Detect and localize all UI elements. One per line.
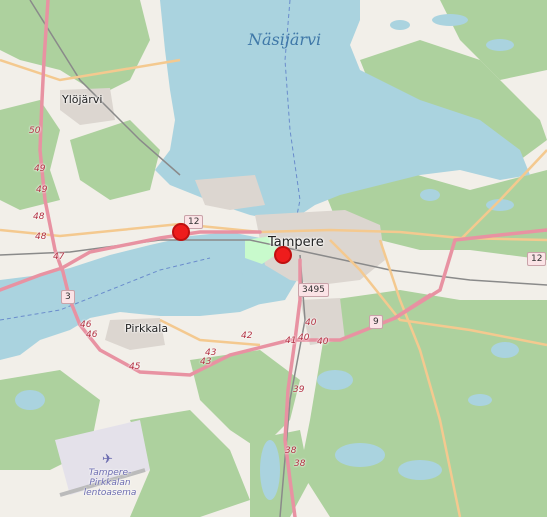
junction-number: 38 <box>294 459 306 469</box>
place-label-pirkkala: Pirkkala <box>125 322 169 335</box>
junction-number: 41 <box>285 336 297 346</box>
marker-tampere[interactable] <box>274 246 292 264</box>
marker-west[interactable] <box>172 223 190 241</box>
map-view[interactable]: Näsijärvi Ylöjärvi Tampere Pirkkala 12 1… <box>0 0 547 517</box>
lake-label-nasijarvi: Näsijärvi <box>248 30 322 49</box>
route-shield-9: 9 <box>369 315 383 329</box>
junction-number: 45 <box>129 362 141 372</box>
junction-number: 49 <box>34 164 46 174</box>
airplane-icon: ✈ <box>102 452 113 467</box>
junction-number: 48 <box>35 232 47 242</box>
junction-number: 48 <box>33 212 45 222</box>
junction-number: 47 <box>53 252 65 262</box>
junction-number: 50 <box>29 126 41 136</box>
airport-label: Tampere- Pirkkalan lentoasema <box>83 468 137 498</box>
route-shield-12-east: 12 <box>527 252 547 266</box>
route-shield-3: 3 <box>61 290 75 304</box>
junction-number: 40 <box>305 318 317 328</box>
junction-number: 38 <box>285 446 297 456</box>
junction-number: 40 <box>317 337 329 347</box>
junction-number: 42 <box>241 331 253 341</box>
junction-number: 39 <box>293 385 305 395</box>
junction-number: 46 <box>80 320 92 330</box>
junction-number: 40 <box>298 333 310 343</box>
junction-number: 46 <box>86 330 98 340</box>
map-tiles <box>0 0 547 517</box>
junction-number: 49 <box>36 185 48 195</box>
place-label-ylojarvi: Ylöjärvi <box>62 93 103 106</box>
junction-number: 43 <box>200 357 212 367</box>
route-shield-3495: 3495 <box>298 283 329 297</box>
